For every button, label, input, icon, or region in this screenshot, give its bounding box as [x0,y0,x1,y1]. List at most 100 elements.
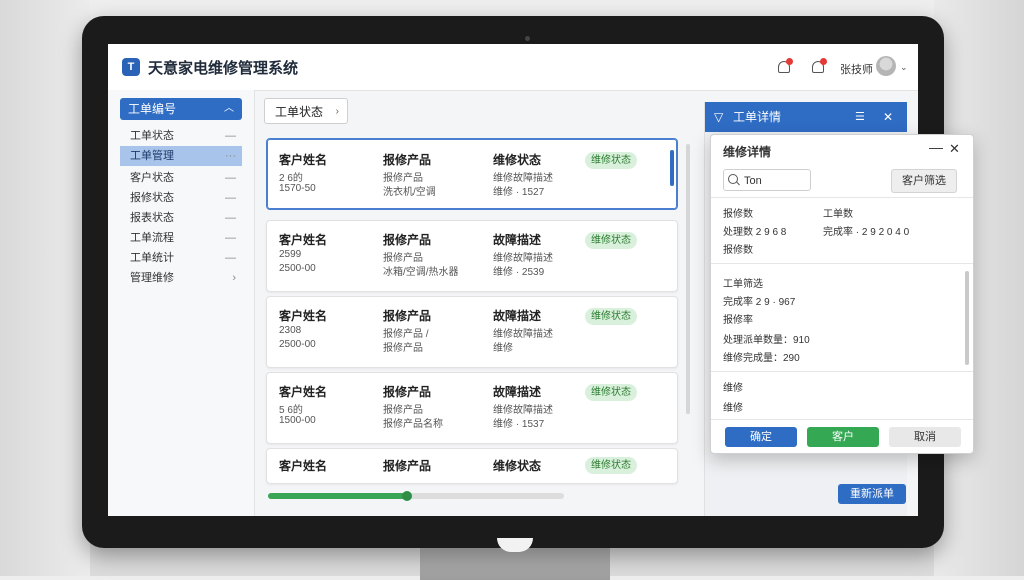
dialog-search-input[interactable] [723,169,812,191]
customer-name-value: 5 6的 [279,405,303,416]
customer-name-title: 客户姓名 [279,309,328,323]
customer-phone-value: 2500-00 [279,263,316,274]
status-filter-button[interactable]: 工单状态 › [264,98,348,124]
dash-icon: — [225,232,236,244]
app-header: T 天意家电维修管理系统 张技师 ⌄ [108,44,918,91]
sidebar-head[interactable]: 工单编号 ︿ [120,98,242,120]
sidebar-item[interactable]: 报修状态 — [120,188,242,208]
message-bell-icon[interactable] [810,58,827,74]
sidebar-item[interactable]: 管理维修 › [120,268,242,288]
product-label: 报修产品 [383,405,423,416]
work-order-card[interactable]: 客户姓名 5 6的 1500-00 报修产品 报修产品 报修产品名称 故障描述 … [266,372,678,444]
repair-code: 维修 · 1537 [493,419,545,430]
section-line: 完成率 2 9 · 967 [723,297,796,308]
chevron-up-icon: ︿ [224,103,234,114]
status-title: 维修状态 [493,153,542,167]
work-order-card[interactable]: 客户姓名 2599 2500-00 报修产品 报修产品 冰箱/空调/热水器 故障… [266,220,678,292]
progress-fill [268,493,408,499]
customer-button[interactable]: 客户 [807,427,879,447]
divider [711,263,973,264]
product-title: 报修产品 [383,153,432,167]
repair-code: 维修 [493,343,513,354]
divider [711,419,973,420]
card-list-scroll-thumb[interactable] [670,150,674,186]
fault-desc: 维修故障描述 [493,405,553,416]
background-left [0,0,90,576]
sidebar-item-active[interactable]: 工单管理 ··· [120,146,242,166]
app-logo-icon: T [122,58,140,76]
customer-filter-button[interactable]: 客户筛选 [891,169,957,193]
chevron-right-icon: › [335,106,339,117]
customer-phone-value: 2500-00 [279,339,316,350]
stat-extra: 报修数 [723,245,753,256]
product-label: 报修产品 [383,253,423,264]
search-input[interactable] [742,172,812,190]
dash-icon: — [225,192,236,204]
repair-code: 维修 · 2539 [493,267,545,278]
minimize-icon[interactable]: — [929,139,943,155]
progress-handle[interactable] [402,491,413,501]
product-value: 报修产品名称 [383,419,443,430]
close-icon[interactable]: ✕ [949,141,960,157]
stat-value: 处理数 2 9 6 8 [723,227,787,238]
customer-name-title: 客户姓名 [279,153,328,167]
webcam [525,36,530,41]
filter-funnel-icon[interactable]: ▽ [714,102,723,132]
product-title: 报修产品 [383,233,432,247]
sidebar-item-label: 工单状态 [130,130,174,142]
sidebar-item[interactable]: 工单统计 — [120,248,242,268]
sidebar-item-label: 客户状态 [130,172,174,184]
progress-bar [268,491,564,501]
menu-lines-icon[interactable]: ☰ [855,102,865,132]
stat-label: 报修数 [723,209,753,220]
sidebar-item[interactable]: 报表状态 — [120,208,242,228]
repair-code: 维修 · 1527 [493,187,545,198]
sidebar-item-label: 管理维修 [130,272,174,284]
product-title: 报修产品 [383,309,432,323]
user-menu-chevron-icon[interactable]: ⌄ [900,62,908,73]
stat-label: 工单数 [823,209,853,220]
product-value: 冰箱/空调/热水器 [383,267,459,278]
dash-icon: — [225,172,236,184]
reassign-button[interactable]: 重新派单 [838,484,906,504]
confirm-button[interactable]: 确定 [725,427,797,447]
sidebar-item[interactable]: 客户状态 — [120,168,242,188]
list-scrollbar[interactable] [686,144,690,414]
close-icon[interactable]: ✕ [883,102,893,132]
cancel-button[interactable]: 取消 [889,427,961,447]
work-order-card[interactable]: 客户姓名 2308 2500-00 报修产品 报修产品 / 报修产品 故障描述 … [266,296,678,368]
sidebar-item-label: 工单管理 [130,150,174,162]
fault-title: 故障描述 [493,233,542,247]
chevron-right-icon: › [232,272,236,284]
customer-name-value: 2 6的 [279,173,303,184]
user-name[interactable]: 张技师 [840,61,873,77]
section-line: 处理派单数量：910 [723,335,810,346]
customer-name-value: 2308 [279,325,302,336]
customer-name-title: 客户姓名 [279,459,328,473]
user-avatar[interactable] [876,56,896,76]
product-label: 报修产品 [383,173,423,184]
dialog-scrollbar[interactable] [965,271,969,365]
status-badge: 维修状态 [585,152,637,169]
status-title: 维修状态 [493,459,542,473]
dash-icon: — [225,212,236,224]
customer-name-title: 客户姓名 [279,233,328,247]
sidebar-item[interactable]: 工单流程 — [120,228,242,248]
sidebar-item-label: 工单统计 [130,252,174,264]
notification-bell-icon[interactable] [776,58,793,74]
fault-desc: 维修故障描述 [493,173,553,184]
app-title: 天意家电维修管理系统 [148,60,299,77]
work-order-card[interactable]: 客户姓名 2 6的 1570-50 报修产品 报修产品 洗衣机/空调 维修状态 … [266,138,678,210]
sidebar-item[interactable]: 工单状态 — [120,126,242,146]
bottom-line: 维修 [723,403,743,414]
status-badge: 维修状态 [585,308,637,325]
divider [711,197,973,198]
fault-title: 故障描述 [493,309,542,323]
product-value: 报修产品 [383,343,423,354]
fault-desc: 维修故障描述 [493,329,553,340]
fault-desc: 维修故障描述 [493,253,553,264]
dash-icon: — [225,252,236,264]
work-order-card[interactable]: 客户姓名 报修产品 维修状态 维修状态 [266,448,678,484]
divider [711,371,973,372]
dash-icon: — [225,130,236,142]
